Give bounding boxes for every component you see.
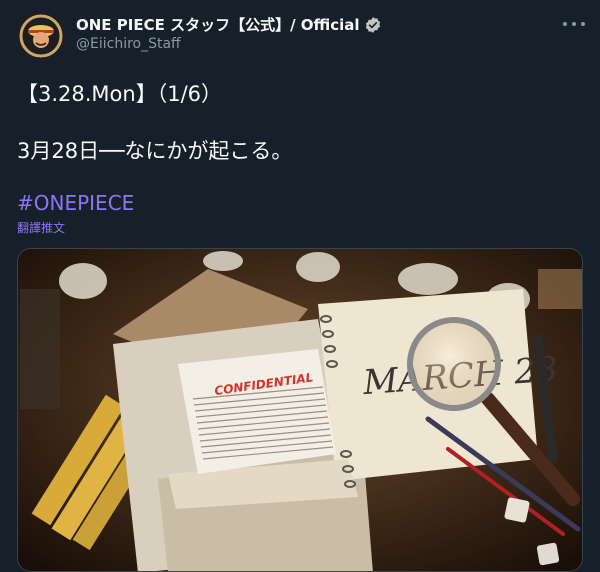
tweet-media-image[interactable]: MARCH 28 CONFIDENTIAL [17,248,583,572]
author-handle[interactable]: @Eiichiro_Staff [76,36,181,52]
tweet-card: ONE PIECE スタッフ【公式】/ Official @Eiichiro_S… [0,0,600,572]
verified-badge-icon [365,16,380,33]
author-display-name[interactable]: ONE PIECE スタッフ【公式】/ Official [76,14,360,35]
confidential-folder: CONFIDENTIAL [178,349,336,474]
more-options-icon[interactable] [563,14,585,34]
translate-tweet-link[interactable]: 翻譯推文 [17,219,65,236]
author-avatar[interactable] [17,12,65,60]
hashtag-link[interactable]: #ONEPIECE [17,191,134,215]
tweet-text-line2: 3月28日──なにかが起こる。 [17,139,293,163]
tweet-text-line1: 【3.28.Mon】（1/6） [17,82,223,106]
author-name-row[interactable]: ONE PIECE スタッフ【公式】/ Official [76,14,382,35]
